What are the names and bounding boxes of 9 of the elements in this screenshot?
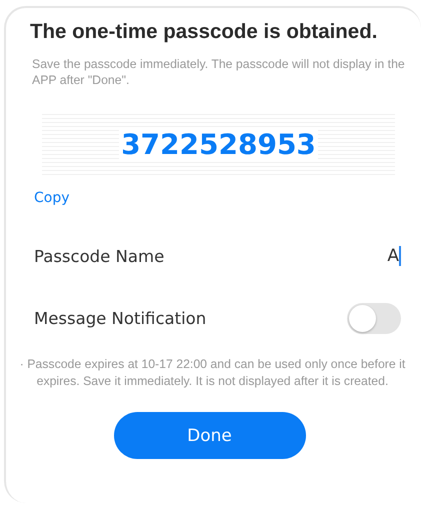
dialog-title: The one-time passcode is obtained. <box>30 20 378 44</box>
notification-toggle[interactable] <box>347 302 401 334</box>
dialog-subtitle: Save the passcode immediately. The passcode will not display in the APP after "Done". <box>32 56 406 88</box>
done-button[interactable]: Done <box>114 412 306 459</box>
expiry-note: · Passcode expires at 10-17 22:00 and can be used only once before it expires. Save it immediately. It is not displayed after it is created. <box>18 356 406 390</box>
field-label: Message Notification <box>34 308 206 328</box>
passcode-value: 3722528953 <box>119 129 318 161</box>
copy-link[interactable]: Copy <box>34 190 70 206</box>
field-label: Passcode Name <box>34 246 164 266</box>
